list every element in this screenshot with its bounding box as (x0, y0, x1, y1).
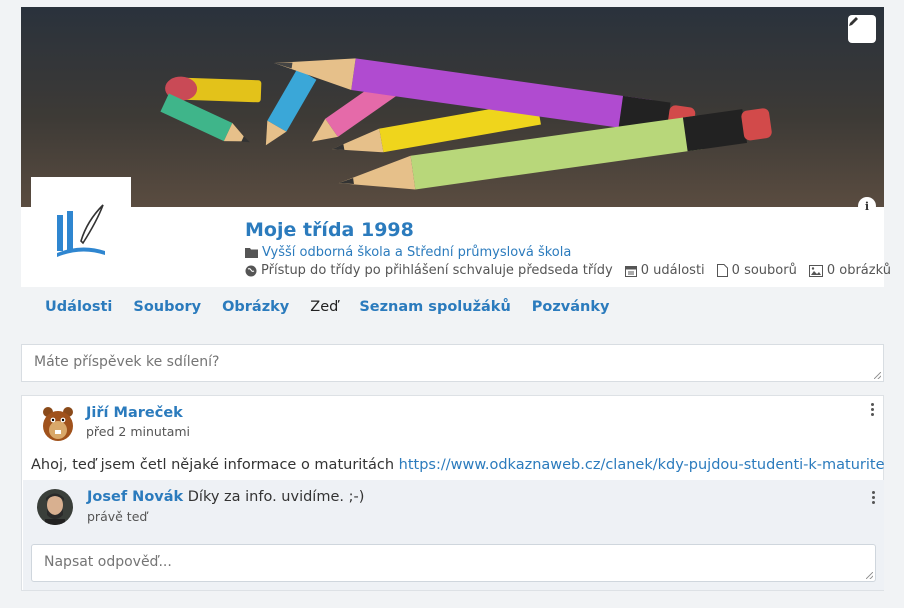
calendar-icon (624, 265, 637, 277)
tab-seznam-spoluzaku[interactable]: Seznam spolužáků (359, 299, 510, 337)
tab-soubory[interactable]: Soubory (133, 299, 201, 337)
school-link[interactable]: Vyšší odborná škola a Střední průmyslová… (262, 245, 571, 260)
school-link-row: Vyšší odborná škola a Střední průmyslová… (245, 245, 571, 260)
group-stats-row: Přístup do třídy po přihlášení schvaluje… (245, 263, 891, 278)
tab-obrazky[interactable]: Obrázky (222, 299, 289, 337)
group-tabs: Události Soubory Obrázky Zeď Seznam spol… (21, 287, 884, 337)
comment-time: právě teď (87, 509, 148, 524)
comment-author[interactable]: Josef Novák (87, 489, 183, 505)
images-count: 0 obrázků (826, 263, 891, 278)
group-header: Moje třída 1998 Vyšší odborná škola a St… (21, 177, 891, 287)
kebab-menu-icon[interactable] (872, 491, 876, 504)
image-icon (808, 264, 823, 277)
edit-cover-button[interactable] (848, 15, 876, 43)
info-icon[interactable]: i (858, 197, 876, 215)
file-icon (716, 264, 728, 277)
tab-udalosti[interactable]: Události (45, 299, 112, 337)
group-title[interactable]: Moje třída 1998 (245, 219, 414, 241)
group-page: i Moje třída 1998 Vyšší odborná škola a … (21, 7, 891, 591)
pencil-icon (849, 17, 858, 26)
post-time: před 2 minutami (86, 424, 191, 439)
cover-image (21, 7, 884, 207)
beaver-avatar[interactable] (40, 404, 76, 442)
share-input[interactable] (22, 345, 883, 381)
globe-icon (245, 265, 257, 276)
wall-post: Jiří Mareček před 2 minutami Ahoj, teď j… (21, 395, 885, 591)
access-info: Přístup do třídy po přihlášení schvaluje… (261, 263, 613, 278)
resize-handle[interactable] (866, 572, 873, 579)
resize-handle[interactable] (874, 372, 881, 379)
files-count: 0 souborů (731, 263, 797, 278)
post-body: Ahoj, teď jsem četl nějaké informace o m… (31, 457, 395, 473)
post-text: Ahoj, teď jsem četl nějaké informace o m… (31, 457, 885, 473)
folder-icon (245, 248, 258, 258)
user-avatar[interactable] (37, 489, 73, 525)
comment: Josef Novák Díky za info. uvidíme. ;-) p… (23, 480, 884, 590)
share-box (21, 344, 884, 382)
school-logo (31, 177, 131, 285)
comment-text: Díky za info. uvidíme. ;-) (187, 489, 365, 505)
comment-line: Josef Novák Díky za info. uvidíme. ;-) (87, 489, 364, 505)
logo-mark (57, 204, 105, 257)
events-count: 0 události (640, 263, 705, 278)
kebab-menu-icon[interactable] (871, 403, 875, 416)
pencils-illustration (21, 7, 884, 207)
post-author[interactable]: Jiří Mareček (86, 405, 183, 421)
post-link[interactable]: https://www.odkaznaweb.cz/clanek/kdy-puj… (399, 457, 885, 473)
tab-zed[interactable]: Zeď (310, 299, 338, 337)
tab-pozvanky[interactable]: Pozvánky (532, 299, 610, 337)
reply-box (31, 544, 876, 582)
reply-input[interactable] (32, 545, 875, 581)
